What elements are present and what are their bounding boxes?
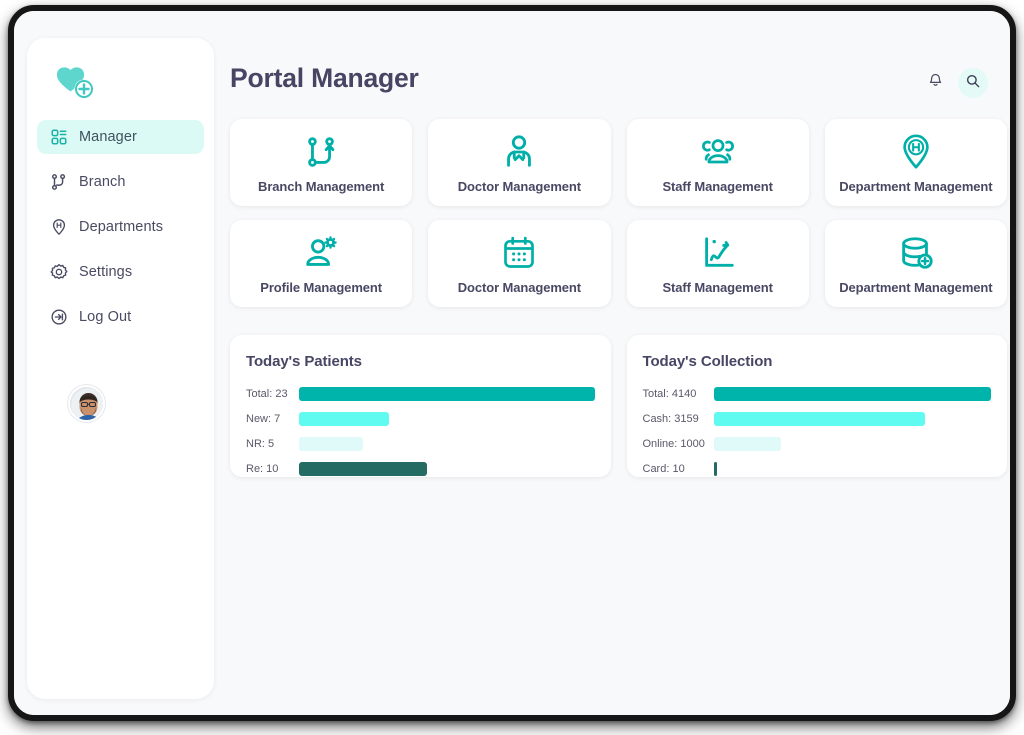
bar-fill [713, 461, 717, 476]
bar-track [713, 461, 992, 476]
bar-label: Total: 23 [246, 387, 288, 400]
tile-label: Profile Management [260, 279, 382, 295]
bar-fill [713, 386, 991, 401]
hospital-pin-icon [897, 132, 935, 172]
bar-fill [713, 411, 926, 426]
logout-icon [49, 308, 68, 327]
bar-label: Card: 10 [642, 462, 685, 475]
people-group-icon [698, 132, 738, 172]
management-tile-grid: Branch Management Doctor Management Staf… [230, 119, 1007, 307]
sidebar-item-label: Log Out [79, 309, 132, 325]
tile-label: Branch Management [258, 178, 385, 194]
panel-title: Today's Patients [246, 353, 362, 370]
bar-track [713, 436, 992, 451]
tile-doctor-schedule-management[interactable]: Doctor Management [428, 220, 611, 307]
bar-row: Total: 4140 [642, 384, 991, 403]
page-title: Portal Manager [230, 63, 419, 93]
sidebar-item-label: Settings [79, 264, 133, 280]
bar-row: NR: 5 [246, 434, 595, 453]
location-pin-h-icon [49, 218, 68, 237]
bar-track [713, 411, 992, 426]
sidebar-item-label: Departments [79, 219, 164, 235]
sidebar-item-logout[interactable]: Log Out [37, 300, 204, 334]
tile-department-management[interactable]: Department Management [824, 119, 1007, 206]
tile-doctor-management[interactable]: Doctor Management [428, 119, 611, 206]
doctor-stethoscope-icon [500, 132, 538, 172]
header-actions [920, 68, 988, 98]
bar-row: Online: 1000 [643, 434, 992, 453]
bar-label: New: 7 [246, 412, 281, 425]
tile-staff-analytics-management[interactable]: Staff Management [626, 220, 809, 307]
bar-track [299, 411, 595, 426]
bar-row: Cash: 3159 [643, 409, 992, 428]
panel-title: Today's Collection [642, 353, 773, 370]
sidebar-item-label: Manager [79, 129, 137, 145]
bar-row: Total: 23 [246, 384, 595, 403]
sidebar: Manager Branch Departments Settings Log … [27, 38, 214, 699]
gear-icon [49, 263, 68, 282]
tile-department-database-management[interactable]: Department Management [824, 220, 1007, 307]
sidebar-item-settings[interactable]: Settings [37, 255, 204, 289]
tile-label: Doctor Management [457, 279, 581, 295]
panel-todays-collection: Today's Collection Total: 4140 Cash: 3159… [626, 335, 1007, 478]
search-button[interactable] [958, 68, 988, 98]
database-plus-icon [897, 233, 935, 273]
heart-plus-logo-icon [54, 64, 100, 106]
tile-label: Doctor Management [457, 178, 581, 194]
app-shell: Manager Branch Departments Settings Log … [14, 11, 1010, 715]
tile-profile-management[interactable]: Profile Management [230, 220, 413, 307]
device-frame: Manager Branch Departments Settings Log … [8, 5, 1016, 721]
branch-icon [49, 173, 68, 192]
tile-label: Department Management [839, 178, 993, 194]
bar-row: Card: 10 [643, 459, 992, 478]
notification-button[interactable] [920, 68, 950, 98]
sidebar-nav: Manager Branch Departments Settings Log … [37, 120, 204, 345]
bar-label: Online: 1000 [642, 437, 705, 450]
tile-label: Department Management [839, 279, 993, 295]
tile-label: Staff Management [662, 279, 773, 295]
bar-row: Re: 10 [246, 459, 595, 478]
bar-label: Total: 4140 [642, 387, 697, 400]
analytics-chart-icon [699, 233, 737, 273]
tile-staff-management[interactable]: Staff Management [626, 119, 809, 206]
sidebar-item-departments[interactable]: Departments [37, 210, 204, 244]
bar-fill [299, 411, 389, 426]
bar-fill [299, 461, 428, 476]
calendar-icon [501, 233, 537, 273]
sidebar-item-branch[interactable]: Branch [37, 165, 204, 199]
search-icon [965, 73, 981, 94]
bar-track [299, 461, 595, 476]
panel-todays-patients: Today's Patients Total: 23 New: 7 NR: 5 Re:… [230, 335, 611, 477]
stat-panels: Today's Patients Total: 23 New: 7 NR: 5 Re:… [230, 335, 1007, 477]
bar-fill [299, 386, 595, 401]
bar-track [713, 386, 991, 401]
sidebar-item-label: Branch [79, 174, 126, 190]
bar-track [299, 436, 595, 451]
collection-bar-chart: Total: 4140 Cash: 3159 Online: 1000 Card: 1… [642, 384, 992, 478]
user-gear-icon [302, 233, 340, 273]
bell-icon [927, 72, 944, 94]
tile-label: Staff Management [662, 178, 773, 194]
bar-label: NR: 5 [246, 437, 275, 450]
bar-track [299, 386, 595, 401]
patients-bar-chart: Total: 23 New: 7 NR: 5 Re: 10 [246, 384, 595, 478]
dashboard-grid-icon [49, 128, 68, 147]
bar-label: Cash: 3159 [642, 412, 699, 425]
tile-branch-management[interactable]: Branch Management [230, 119, 413, 206]
bar-row: New: 7 [246, 409, 595, 428]
bar-fill [299, 436, 364, 451]
avatar[interactable] [68, 385, 105, 422]
branch-network-icon [302, 132, 340, 172]
sidebar-item-manager[interactable]: Manager [37, 120, 204, 154]
bar-label: Re: 10 [246, 462, 279, 475]
bar-fill [713, 436, 781, 451]
